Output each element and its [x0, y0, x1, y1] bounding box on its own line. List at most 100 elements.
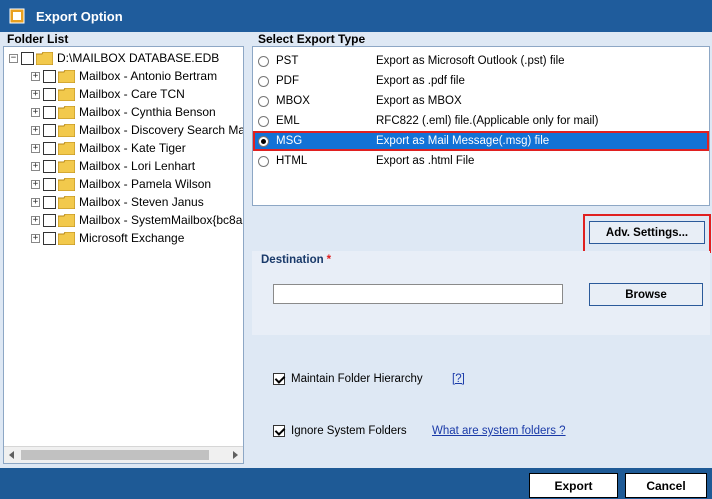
- hierarchy-help-link[interactable]: [?]: [452, 373, 465, 385]
- radio-button[interactable]: [258, 95, 269, 107]
- expand-icon[interactable]: +: [31, 233, 40, 243]
- tree-item[interactable]: + Mailbox - Care TCN: [31, 85, 185, 103]
- export-option-msg[interactable]: MSG Export as Mail Message(.msg) file: [253, 131, 709, 151]
- browse-button[interactable]: Browse: [589, 283, 703, 306]
- export-option-pst[interactable]: PST Export as Microsoft Outlook (.pst) fi…: [253, 51, 709, 71]
- system-folders-help-link[interactable]: What are system folders ?: [432, 425, 566, 437]
- folder-icon: [58, 177, 75, 191]
- scroll-left-icon[interactable]: [9, 451, 14, 459]
- radio-button[interactable]: [258, 155, 269, 167]
- footer-bar: Export Cancel: [0, 468, 712, 499]
- tree-item[interactable]: + Mailbox - Lori Lenhart: [31, 157, 195, 175]
- item-checkbox[interactable]: [43, 231, 56, 245]
- export-type-name: MBOX: [276, 95, 310, 107]
- collapse-icon[interactable]: −: [9, 53, 18, 63]
- export-type-description: Export as .html File: [376, 155, 475, 167]
- folder-icon: [58, 141, 75, 155]
- expand-icon[interactable]: +: [31, 197, 40, 207]
- tree-item-label: Mailbox - Kate Tiger: [79, 141, 186, 155]
- ignore-system-label: Ignore System Folders: [291, 425, 407, 437]
- export-option-html[interactable]: HTML Export as .html File: [253, 151, 709, 171]
- export-type-name: PDF: [276, 75, 299, 87]
- export-option-mbox[interactable]: MBOX Export as MBOX: [253, 91, 709, 111]
- expand-icon[interactable]: +: [31, 107, 40, 117]
- expand-icon[interactable]: +: [31, 89, 40, 99]
- item-checkbox[interactable]: [43, 159, 56, 173]
- item-checkbox[interactable]: [43, 69, 56, 83]
- expand-icon[interactable]: +: [31, 125, 40, 135]
- item-checkbox[interactable]: [43, 105, 56, 119]
- tree-root[interactable]: − D:\MAILBOX DATABASE.EDB: [9, 49, 219, 67]
- maintain-hierarchy-option[interactable]: Maintain Folder Hierarchy: [273, 373, 423, 385]
- folder-icon: [58, 213, 75, 227]
- tree-item[interactable]: + Mailbox - Steven Janus: [31, 193, 204, 211]
- maintain-hierarchy-checkbox[interactable]: [273, 373, 285, 385]
- folder-icon: [58, 159, 75, 173]
- export-type-description: Export as Mail Message(.msg) file: [376, 135, 550, 147]
- scroll-thumb[interactable]: [21, 450, 209, 460]
- folder-icon: [58, 195, 75, 209]
- app-icon: [9, 8, 25, 24]
- tree-item[interactable]: + Mailbox - Kate Tiger: [31, 139, 186, 157]
- tree-item[interactable]: + Mailbox - Cynthia Benson: [31, 103, 216, 121]
- adv-settings-button[interactable]: Adv. Settings...: [589, 221, 705, 244]
- ignore-system-checkbox[interactable]: [273, 425, 285, 437]
- title-bar: Export Option: [0, 0, 712, 32]
- tree-item-label: Mailbox - Cynthia Benson: [79, 105, 216, 119]
- tree-item-label: Microsoft Exchange: [79, 231, 185, 245]
- radio-button[interactable]: [258, 135, 269, 147]
- export-option-pdf[interactable]: PDF Export as .pdf file: [253, 71, 709, 91]
- tree-item[interactable]: + Mailbox - Antonio Bertram: [31, 67, 217, 85]
- dialog-body: Folder List − D:\MAILBOX DATABASE.EDB + M…: [0, 32, 712, 468]
- tree-item-label: Mailbox - Pamela Wilson: [79, 177, 212, 191]
- item-checkbox[interactable]: [43, 87, 56, 101]
- root-checkbox[interactable]: [21, 51, 34, 65]
- item-checkbox[interactable]: [43, 195, 56, 209]
- export-type-list[interactable]: PST Export as Microsoft Outlook (.pst) fi…: [252, 46, 710, 206]
- tree-item[interactable]: + Mailbox - Pamela Wilson: [31, 175, 211, 193]
- folder-tree[interactable]: − D:\MAILBOX DATABASE.EDB + Mailbox - Ant…: [3, 46, 244, 464]
- tree-item[interactable]: + Mailbox - Discovery Search Mai: [31, 121, 243, 139]
- tree-item[interactable]: + Mailbox - SystemMailbox{bc8al: [31, 211, 244, 229]
- expand-icon[interactable]: +: [31, 179, 40, 189]
- expand-icon[interactable]: +: [31, 143, 40, 153]
- item-checkbox[interactable]: [43, 177, 56, 191]
- maintain-hierarchy-label: Maintain Folder Hierarchy: [291, 373, 423, 385]
- tree-horizontal-scrollbar[interactable]: [4, 446, 243, 463]
- tree-item-label: Mailbox - Steven Janus: [79, 195, 204, 209]
- export-button[interactable]: Export: [529, 473, 618, 498]
- expand-icon[interactable]: +: [31, 71, 40, 81]
- item-checkbox[interactable]: [43, 213, 56, 227]
- export-type-description: Export as MBOX: [376, 95, 462, 107]
- export-type-description: Export as Microsoft Outlook (.pst) file: [376, 55, 565, 67]
- export-type-name: HTML: [276, 155, 308, 167]
- cancel-button[interactable]: Cancel: [625, 473, 707, 498]
- export-type-description: RFC822 (.eml) file.(Applicable only for …: [376, 115, 599, 127]
- item-checkbox[interactable]: [43, 141, 56, 155]
- tree-item-label: Mailbox - Care TCN: [79, 87, 185, 101]
- destination-path-input[interactable]: [273, 284, 563, 304]
- scroll-right-icon[interactable]: [233, 451, 238, 459]
- destination-section: Destination * Browse: [252, 251, 710, 335]
- tree-item-label: Mailbox - SystemMailbox{bc8al: [79, 213, 244, 227]
- expand-icon[interactable]: +: [31, 161, 40, 171]
- radio-button[interactable]: [258, 55, 269, 67]
- window-title: Export Option: [36, 8, 123, 24]
- radio-button[interactable]: [258, 115, 269, 127]
- export-option-eml[interactable]: EML RFC822 (.eml) file.(Applicable only f…: [253, 111, 709, 131]
- folder-icon: [58, 105, 75, 119]
- folder-icon: [58, 123, 75, 137]
- adv-settings-highlight: Adv. Settings...: [583, 214, 711, 253]
- tree-item-label: Mailbox - Lori Lenhart: [79, 159, 196, 173]
- export-type-label: Select Export Type: [258, 32, 366, 46]
- item-checkbox[interactable]: [43, 123, 56, 137]
- tree-root-label: D:\MAILBOX DATABASE.EDB: [57, 51, 220, 65]
- tree-item[interactable]: + Microsoft Exchange: [31, 229, 184, 247]
- folder-icon: [36, 51, 53, 65]
- folder-icon: [58, 87, 75, 101]
- expand-icon[interactable]: +: [31, 215, 40, 225]
- destination-label: Destination *: [261, 254, 332, 266]
- ignore-system-option[interactable]: Ignore System Folders: [273, 425, 407, 437]
- radio-button[interactable]: [258, 75, 269, 87]
- folder-icon: [58, 69, 75, 83]
